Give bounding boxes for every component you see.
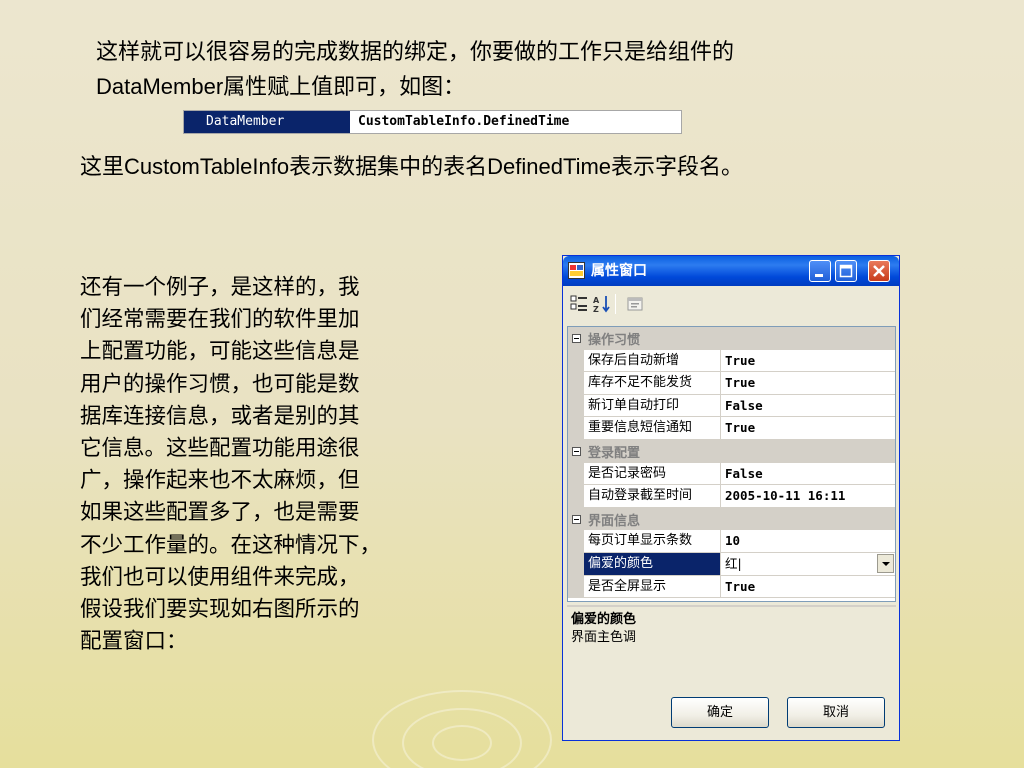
example-line: 广，操作起来也不太麻烦，但 bbox=[80, 468, 360, 494]
example-line: 用户的操作习惯，也可能是数 bbox=[80, 371, 360, 397]
category-label: 操作习惯 bbox=[588, 332, 641, 348]
close-icon bbox=[873, 265, 885, 277]
window-app-icon bbox=[568, 262, 585, 279]
explanation-table-name: CustomTableInfo bbox=[124, 154, 290, 179]
ripple-decoration bbox=[432, 725, 492, 761]
property-row[interactable]: 是否全屏显示 True bbox=[568, 575, 895, 599]
example-paragraph: 还有一个例子，是这样的，我 们经常需要在我们的软件里加 上配置功能，可能这些信息… bbox=[80, 272, 462, 658]
category-label: 界面信息 bbox=[588, 513, 641, 529]
property-value[interactable]: True bbox=[721, 576, 895, 599]
maximize-icon bbox=[839, 264, 853, 278]
property-value[interactable]: True bbox=[721, 350, 895, 373]
minimize-icon bbox=[815, 274, 823, 277]
row-gutter bbox=[568, 372, 584, 395]
example-line: 们经常需要在我们的软件里加 bbox=[80, 307, 360, 333]
example-line: 还有一个例子，是这样的，我 bbox=[80, 275, 360, 300]
property-row[interactable]: 是否记录密码 False bbox=[568, 462, 895, 486]
datamember-property-row: DataMember CustomTableInfo.DefinedTime bbox=[183, 110, 682, 134]
property-value[interactable]: 2005-10-11 16:11 bbox=[721, 485, 895, 508]
property-name: 偏爱的颜色 bbox=[584, 552, 721, 576]
property-pages-icon[interactable] bbox=[625, 294, 645, 314]
property-name: 重要信息短信通知 bbox=[584, 417, 721, 440]
window-title: 属性窗口 bbox=[591, 263, 647, 279]
property-name: 库存不足不能发货 bbox=[584, 372, 721, 395]
row-gutter bbox=[568, 575, 584, 599]
dropdown-arrow-button[interactable] bbox=[877, 553, 894, 573]
property-value[interactable]: 10 bbox=[721, 530, 895, 553]
description-panel: 偏爱的颜色 界面主色调 bbox=[567, 605, 896, 685]
property-name: 每页订单显示条数 bbox=[584, 530, 721, 553]
intro-paragraph: 这样就可以很容易的完成数据的绑定，你要做的工作只是给组件的 DataMember… bbox=[96, 36, 936, 105]
explanation-paragraph: 这里CustomTableInfo表示数据集中的表名DefinedTime表示字… bbox=[80, 150, 960, 185]
toolbar-separator bbox=[615, 294, 616, 314]
intro-text-1: 这样就可以很容易的完成数据的绑定，你要做的工作只是给组件的 bbox=[96, 40, 735, 65]
close-button[interactable] bbox=[868, 260, 890, 282]
property-name: 新订单自动打印 bbox=[584, 394, 721, 418]
explanation-field-name: DefinedTime bbox=[487, 154, 612, 179]
property-row-selected[interactable]: 偏爱的颜色 红| bbox=[568, 552, 895, 576]
description-title: 偏爱的颜色 bbox=[571, 612, 637, 627]
property-value[interactable]: True bbox=[721, 372, 895, 395]
property-row[interactable]: 新订单自动打印 False bbox=[568, 394, 895, 418]
property-value[interactable]: False bbox=[721, 463, 895, 486]
property-name: 自动登录截至时间 bbox=[584, 485, 721, 508]
row-gutter bbox=[568, 394, 584, 418]
collapse-icon[interactable] bbox=[568, 440, 584, 463]
window-titlebar[interactable]: 属性窗口 bbox=[563, 256, 899, 286]
example-line: 上配置功能，可能这些信息是 bbox=[80, 339, 360, 365]
example-line: 它信息。这些配置功能用途很 bbox=[80, 436, 360, 462]
example-line: 不少工作量的。在这种情况下， bbox=[80, 532, 382, 558]
property-row[interactable]: 自动登录截至时间 2005-10-11 16:11 bbox=[568, 485, 895, 508]
property-name: 是否记录密码 bbox=[584, 462, 721, 486]
collapse-icon[interactable] bbox=[568, 508, 584, 531]
example-line: 配置窗口： bbox=[80, 629, 188, 655]
category-header[interactable]: 界面信息 bbox=[568, 507, 895, 531]
row-gutter bbox=[568, 530, 584, 553]
category-header[interactable]: 操作习惯 bbox=[568, 327, 895, 350]
example-line: 如果这些配置多了，也是需要 bbox=[80, 500, 360, 526]
intro-text-2: 属性赋上值即可，如图： bbox=[223, 75, 466, 100]
datamember-value: CustomTableInfo.DefinedTime bbox=[358, 114, 570, 129]
datamember-name: DataMember bbox=[184, 111, 350, 133]
category-header[interactable]: 登录配置 bbox=[568, 439, 895, 463]
collapse-icon[interactable] bbox=[568, 327, 584, 350]
intro-text-datamember: DataMember bbox=[96, 74, 224, 99]
property-value[interactable]: False bbox=[721, 395, 895, 418]
property-name: 是否全屏显示 bbox=[584, 575, 721, 599]
svg-text:Z: Z bbox=[593, 305, 599, 314]
property-row[interactable]: 库存不足不能发货 True bbox=[568, 372, 895, 395]
property-toolbar: A Z bbox=[563, 286, 899, 320]
cancel-button[interactable]: 取消 bbox=[787, 697, 885, 728]
row-gutter bbox=[568, 349, 584, 373]
maximize-button[interactable] bbox=[835, 260, 857, 282]
row-gutter bbox=[568, 417, 584, 440]
minimize-button[interactable] bbox=[809, 260, 831, 282]
property-name: 保存后自动新增 bbox=[584, 349, 721, 373]
row-gutter bbox=[568, 462, 584, 486]
property-value[interactable]: 红| bbox=[725, 556, 742, 571]
explanation-text-a: 这里 bbox=[80, 155, 125, 180]
ok-button[interactable]: 确定 bbox=[671, 697, 769, 728]
color-value-dropdown[interactable]: 红| bbox=[721, 553, 895, 576]
example-line: 假设我们要实现如右图所示的 bbox=[80, 597, 360, 623]
categorized-view-icon[interactable] bbox=[569, 294, 589, 314]
property-value[interactable]: True bbox=[721, 417, 895, 440]
property-row[interactable]: 重要信息短信通知 True bbox=[568, 417, 895, 440]
property-row[interactable]: 保存后自动新增 True bbox=[568, 349, 895, 373]
category-label: 登录配置 bbox=[588, 445, 641, 461]
property-window: 属性窗口 A Z 操作习惯 保存后自动新增 True 库存不足不能发货 True… bbox=[562, 255, 900, 741]
alphabetical-sort-icon[interactable]: A Z bbox=[592, 294, 612, 314]
explanation-text-e: 表示字段名。 bbox=[611, 155, 744, 180]
example-line: 我们也可以使用组件来完成， bbox=[80, 564, 360, 590]
property-grid: 操作习惯 保存后自动新增 True 库存不足不能发货 True 新订单自动打印 … bbox=[567, 326, 896, 602]
property-row[interactable]: 每页订单显示条数 10 bbox=[568, 530, 895, 553]
ripple-decoration bbox=[372, 690, 552, 768]
description-text: 界面主色调 bbox=[571, 630, 637, 645]
svg-text:A: A bbox=[593, 296, 600, 305]
ripple-decoration bbox=[402, 708, 522, 768]
row-gutter bbox=[568, 552, 584, 576]
row-gutter bbox=[568, 485, 584, 508]
explanation-text-c: 表示数据集中的表名 bbox=[289, 155, 488, 180]
example-line: 据库连接信息，或者是别的其 bbox=[80, 403, 360, 429]
